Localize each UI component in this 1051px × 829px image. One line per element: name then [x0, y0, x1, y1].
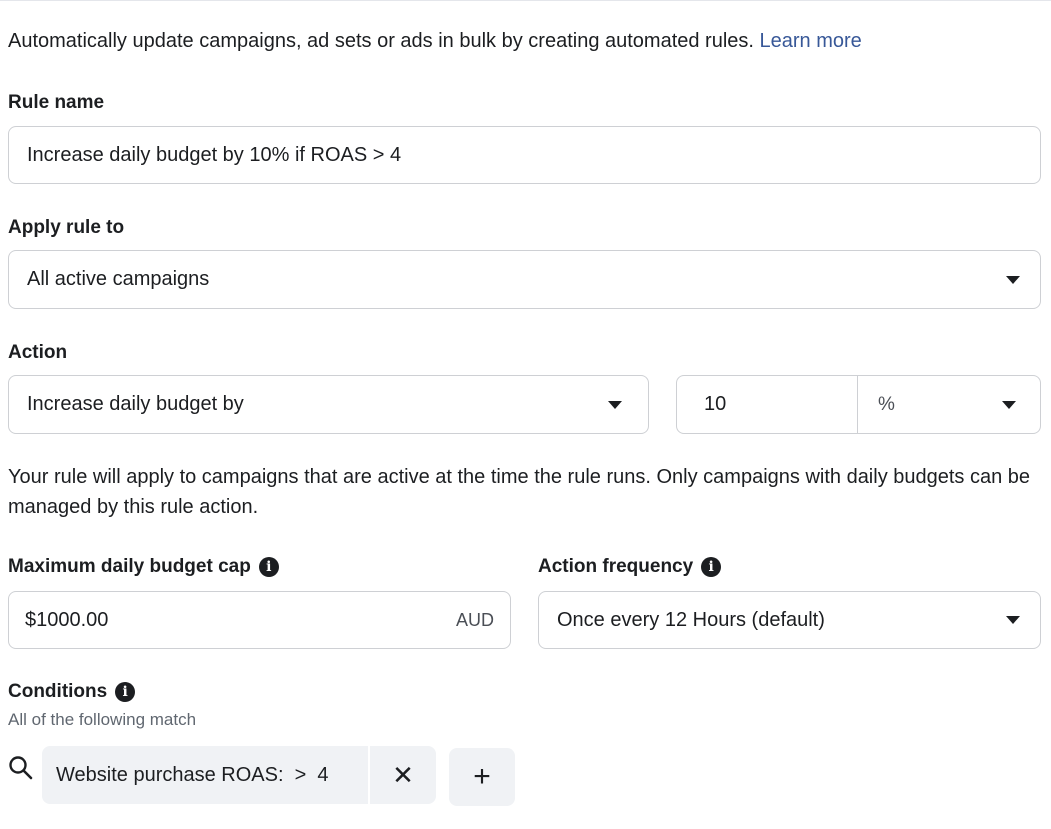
intro-description: Automatically update campaigns, ad sets … [8, 30, 754, 52]
caret-down-icon [608, 400, 622, 409]
apply-rule-label-text: Apply rule to [8, 217, 125, 238]
action-selected: Increase daily budget by [27, 393, 244, 415]
add-condition-button[interactable]: + [449, 748, 515, 806]
rule-helper-text: Your rule will apply to campaigns that a… [8, 466, 1031, 518]
intro-text: Automatically update campaigns, ad sets … [8, 30, 862, 53]
conditions-label-text: Conditions [8, 681, 108, 702]
frequency-dropdown[interactable]: Once every 12 Hours (default) [538, 591, 1041, 649]
frequency-label: Action frequency i [538, 556, 722, 578]
action-label-text: Action [8, 342, 68, 363]
condition-chip-text: Website purchase ROAS: > 4 [56, 763, 329, 786]
frequency-label-text: Action frequency [538, 556, 694, 577]
conditions-label: Conditions i [8, 681, 136, 703]
frequency-selected: Once every 12 Hours (default) [557, 608, 825, 631]
info-icon[interactable]: i [258, 557, 279, 577]
close-icon[interactable]: ✕ [368, 746, 436, 804]
rule-name-value: Increase daily budget by 10% if ROAS > 4 [27, 143, 402, 166]
budget-cap-label: Maximum daily budget cap i [8, 556, 279, 578]
action-dropdown[interactable]: Increase daily budget by [8, 375, 649, 434]
action-amount-value: 10 [704, 393, 727, 415]
condition-chip[interactable]: Website purchase ROAS: > 4 ✕ [42, 746, 436, 804]
learn-more-link[interactable]: Learn more [760, 30, 862, 52]
conditions-subtitle: All of the following match [8, 710, 197, 729]
budget-cap-label-text: Maximum daily budget cap [8, 556, 251, 577]
rule-name-label-text: Rule name [8, 92, 105, 113]
info-icon[interactable]: i [115, 682, 136, 702]
caret-down-icon [1006, 275, 1020, 284]
action-amount-input[interactable]: 10 [677, 376, 858, 433]
caret-down-icon [1002, 400, 1016, 409]
currency-label: AUD [455, 609, 494, 630]
info-icon[interactable]: i [701, 557, 722, 577]
caret-down-icon [1006, 616, 1020, 624]
apply-rule-label: Apply rule to [8, 217, 124, 239]
action-label: Action [8, 342, 67, 364]
action-unit-dropdown[interactable]: % [858, 376, 1040, 433]
apply-rule-dropdown[interactable]: All active campaigns [8, 250, 1041, 309]
action-unit-selected: % [878, 393, 895, 415]
search-icon [9, 756, 33, 780]
top-divider [0, 0, 1051, 1]
apply-rule-selected: All active campaigns [27, 268, 210, 290]
budget-cap-input[interactable]: $1000.00 AUD [8, 591, 511, 649]
rule-name-input[interactable]: Increase daily budget by 10% if ROAS > 4 [8, 126, 1041, 184]
action-amount-group: 10 % [676, 375, 1041, 434]
budget-cap-value: $1000.00 [25, 608, 109, 631]
rule-name-label: Rule name [8, 92, 104, 114]
